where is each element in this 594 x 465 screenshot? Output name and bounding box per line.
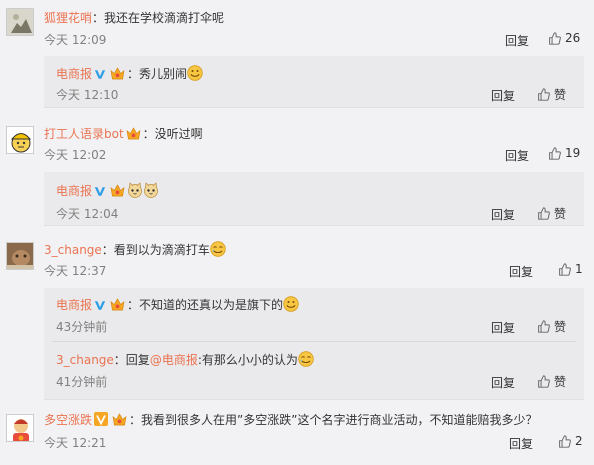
cat-emoji-icon	[127, 182, 143, 198]
reply-text: :有那么小小的认为	[197, 353, 298, 367]
username[interactable]: 电商报	[56, 67, 92, 81]
timestamp: 今天 12:10	[56, 88, 119, 102]
reply-item: 3_change：回复@电商报:有那么小小的认为	[56, 351, 314, 368]
reply-button[interactable]: 回复	[491, 319, 515, 336]
username[interactable]: 多空涨跌	[44, 413, 92, 427]
avatar[interactable]	[6, 8, 34, 36]
thumb-up-icon	[537, 88, 550, 101]
like-button[interactable]: 赞	[537, 86, 566, 103]
username[interactable]: 电商报	[56, 298, 92, 312]
avatar[interactable]	[6, 414, 34, 442]
crown-icon	[112, 413, 127, 426]
like-button[interactable]: 1	[558, 262, 583, 276]
like-count: 26	[565, 31, 581, 45]
timestamp: 今天 12:02	[44, 148, 107, 162]
reply-button[interactable]: 回复	[491, 374, 515, 391]
timestamp: 今天 12:37	[44, 264, 107, 278]
like-button[interactable]: 19	[548, 146, 580, 160]
like-button[interactable]: 赞	[537, 205, 566, 222]
thumb-up-icon	[537, 207, 550, 220]
username[interactable]: 狐狸花哨	[44, 11, 92, 25]
awkward-emoji-icon	[283, 296, 299, 312]
avatar[interactable]	[6, 242, 34, 270]
divider	[52, 341, 576, 342]
username[interactable]: 打工人语录bot	[44, 127, 124, 141]
username[interactable]: 电商报	[56, 184, 92, 198]
reply-button[interactable]: 回复	[491, 87, 515, 104]
thumb-up-icon	[537, 375, 550, 388]
reply-text: ：秀儿别闹	[127, 67, 188, 81]
timestamp: 43分钟前	[56, 320, 108, 334]
comment-item: 3_change：看到以为滴滴打车 今天 12:37 回复 1 电商报 ：不知道的…	[0, 234, 594, 400]
avatar[interactable]	[6, 126, 34, 154]
cry-laugh-emoji-icon	[298, 351, 314, 367]
comment-text: ：我看到很多人在用”多空涨跌”这个名字进行商业活动，不知道能赔我多少？	[129, 413, 538, 427]
crown-icon	[110, 67, 125, 80]
thumb-up-icon	[558, 435, 571, 448]
reply-item: 电商报 ：秀儿别闹 今天 12:10 回复 赞	[44, 56, 584, 108]
reply-button[interactable]: 回复	[505, 147, 529, 164]
comment-item: 打工人语录bot ：没听过啊 今天 12:02 回复 19 电商报 今天 12:0…	[0, 118, 594, 234]
comment-item: 多空涨跌 ：我看到很多人在用”多空涨跌”这个名字进行商业活动，不知道能赔我多少？ …	[0, 400, 594, 465]
thumb-up-icon	[558, 263, 571, 276]
comment-text: ：看到以为滴滴打车	[101, 243, 210, 257]
like-button[interactable]: 赞	[537, 318, 566, 335]
comment-text: ：没听过啊	[142, 127, 203, 141]
crown-icon	[126, 127, 141, 140]
username[interactable]: 3_change	[44, 243, 102, 257]
orange-v-icon	[94, 412, 108, 426]
thumb-up-icon	[548, 147, 561, 160]
timestamp: 41分钟前	[56, 375, 108, 389]
reply-item: 电商报 ：不知道的还真以为是旗下的	[56, 296, 299, 313]
like-count: 2	[575, 434, 583, 448]
reply-item: 电商报 今天 12:04 回复 赞	[44, 172, 584, 226]
like-count: 1	[575, 262, 583, 276]
verified-icon	[94, 186, 106, 197]
username[interactable]: 3_change	[56, 353, 114, 367]
like-button[interactable]: 2	[558, 434, 583, 448]
reply-button[interactable]: 回复	[491, 206, 515, 223]
like-count: 19	[565, 146, 581, 160]
like-button[interactable]: 26	[548, 31, 580, 45]
thumb-up-icon	[537, 320, 550, 333]
cat-emoji-icon	[143, 182, 159, 198]
reply-button[interactable]: 回复	[509, 263, 533, 280]
timestamp: 今天 12:09	[44, 33, 107, 47]
comment-thread: 狐狸花哨：我还在学校滴滴打伞呢 今天 12:09 回复 26 电商报 ：秀儿别闹 …	[0, 0, 594, 465]
reply-text: ：回复	[113, 353, 150, 367]
timestamp: 今天 12:04	[56, 207, 119, 221]
timestamp: 今天 12:21	[44, 436, 107, 450]
verified-icon	[94, 300, 106, 311]
reply-list: 电商报 ：不知道的还真以为是旗下的 43分钟前 回复 赞 3_change：回复@…	[44, 288, 584, 400]
like-label: 赞	[554, 88, 567, 102]
reply-button[interactable]: 回复	[505, 32, 529, 49]
like-label: 赞	[554, 207, 567, 221]
laugh-emoji-icon	[187, 65, 203, 81]
verified-icon	[94, 69, 106, 80]
like-label: 赞	[554, 375, 567, 389]
thumb-up-icon	[548, 32, 561, 45]
mention-link[interactable]: @电商报	[150, 353, 198, 367]
like-label: 赞	[554, 320, 567, 334]
comment-item: 狐狸花哨：我还在学校滴滴打伞呢 今天 12:09 回复 26 电商报 ：秀儿别闹 …	[0, 0, 594, 118]
comment-text: ：我还在学校滴滴打伞呢	[92, 11, 225, 25]
reply-text: ：不知道的还真以为是旗下的	[127, 298, 284, 312]
like-button[interactable]: 赞	[537, 373, 566, 390]
crown-icon	[110, 298, 125, 311]
reply-button[interactable]: 回复	[509, 435, 533, 452]
crown-icon	[110, 184, 125, 197]
cry-laugh-emoji-icon	[210, 241, 226, 257]
